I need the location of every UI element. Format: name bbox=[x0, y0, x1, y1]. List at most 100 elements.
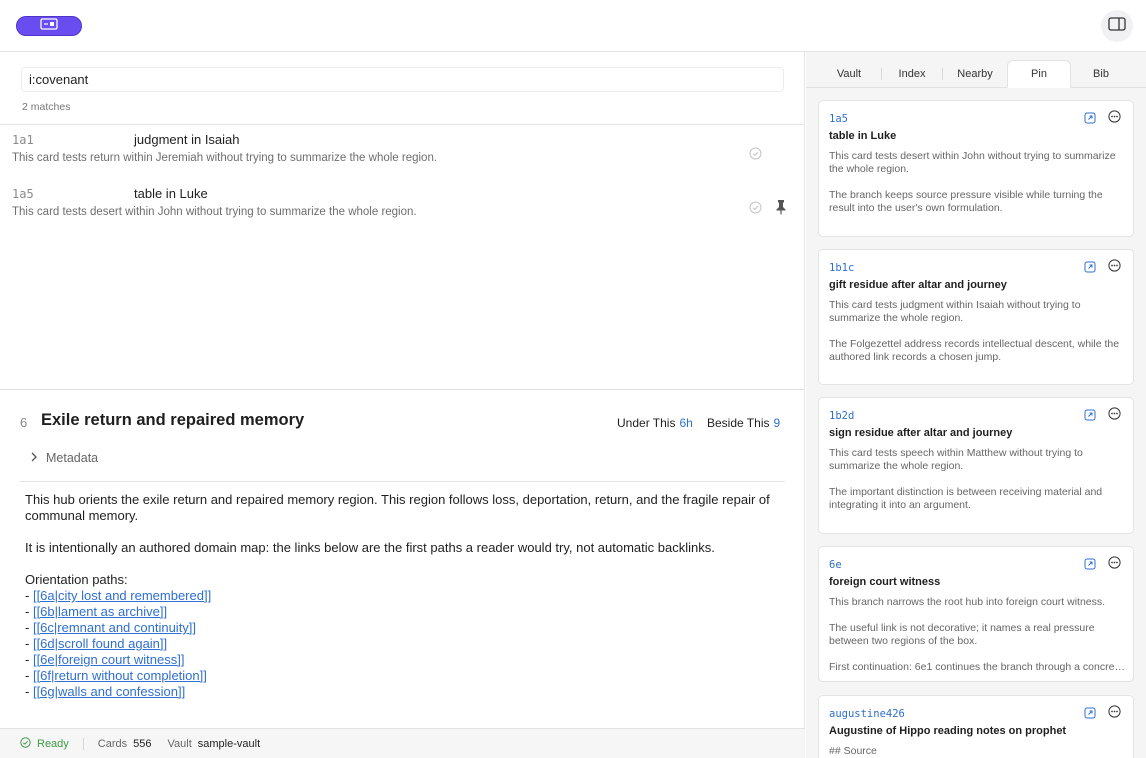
vault-label: Vault bbox=[167, 737, 192, 750]
more-icon[interactable] bbox=[1108, 556, 1121, 569]
panel-toggle-button[interactable] bbox=[1101, 10, 1133, 42]
hub-paragraph: It is intentionally an authored domain m… bbox=[25, 540, 715, 555]
result-desc: This card tests return within Jeremiah w… bbox=[12, 152, 438, 164]
card-body: ## Source bbox=[829, 745, 1125, 758]
card-title: sign residue after altar and journey bbox=[829, 427, 1013, 439]
path-link[interactable]: [[6e|foreign court witness]] bbox=[33, 652, 185, 667]
pinned-card[interactable]: 1b2d sign residue after altar and journe… bbox=[818, 397, 1134, 534]
more-icon[interactable] bbox=[1108, 259, 1121, 272]
side-tabs: Vault Index Nearby Pin Bib bbox=[806, 52, 1146, 88]
card-paragraph: ## Source bbox=[829, 745, 877, 757]
beside-this-value: 9 bbox=[773, 416, 781, 430]
check-circle-icon[interactable] bbox=[749, 147, 762, 160]
path-link[interactable]: [[6g|walls and confession]] bbox=[33, 684, 185, 699]
vault-name: sample-vault bbox=[197, 737, 261, 750]
path-item: - [[6e|foreign court witness]] bbox=[25, 652, 185, 667]
main-pane: i:covenant 2 matches 1a1 judgment in Isa… bbox=[0, 52, 805, 758]
status-ready-label: Ready bbox=[37, 737, 69, 750]
status-ready: Ready bbox=[20, 736, 69, 751]
path-link[interactable]: [[6c|remnant and continuity]] bbox=[33, 620, 196, 635]
match-count: 2 matches bbox=[22, 101, 71, 113]
path-item: - [[6c|remnant and continuity]] bbox=[25, 620, 197, 635]
path-link[interactable]: [[6f|return without completion]] bbox=[33, 668, 207, 683]
more-icon[interactable] bbox=[1108, 110, 1121, 123]
open-external-icon[interactable] bbox=[1084, 557, 1096, 570]
card-id: 1b1c bbox=[829, 262, 855, 274]
card-title: Augustine of Hippo reading notes on prop… bbox=[829, 725, 1067, 737]
open-external-icon[interactable] bbox=[1084, 706, 1096, 719]
open-external-icon[interactable] bbox=[1084, 260, 1096, 273]
path-item: - [[6g|walls and confession]] bbox=[25, 684, 186, 699]
beside-this-label: Beside This bbox=[707, 416, 770, 430]
tab-index[interactable]: Index bbox=[882, 60, 942, 88]
path-link[interactable]: [[6b|lament as archive]] bbox=[33, 604, 167, 619]
path-link[interactable]: [[6d|scroll found again]] bbox=[33, 636, 167, 651]
pin-icon[interactable] bbox=[774, 199, 788, 215]
card-paragraph: This card tests desert within John witho… bbox=[829, 150, 1116, 175]
under-this-value: 6h bbox=[679, 416, 693, 430]
result-id: 1a5 bbox=[12, 187, 34, 201]
divider bbox=[82, 737, 84, 750]
tab-bib[interactable]: Bib bbox=[1071, 60, 1131, 88]
top-bar bbox=[0, 0, 1146, 52]
pinned-card[interactable]: 6e foreign court witness This branch nar… bbox=[818, 546, 1134, 682]
card-paragraph: The Folgezettel address records intellec… bbox=[829, 338, 1120, 363]
under-this-count[interactable]: Under This 6h bbox=[617, 416, 693, 430]
cards-count: 556 bbox=[133, 737, 152, 750]
tab-nearby[interactable]: Nearby bbox=[943, 60, 1007, 88]
hub-title: Exile return and repaired memory bbox=[41, 411, 305, 429]
search-input[interactable]: i:covenant bbox=[21, 67, 784, 92]
hub-number: 6 bbox=[20, 415, 28, 430]
card-id: augustine426 bbox=[829, 708, 905, 720]
card-paragraph: The useful link is not decorative; it na… bbox=[829, 622, 1095, 647]
path-item: - [[6a|city lost and remembered]] bbox=[25, 588, 212, 603]
under-this-label: Under This bbox=[617, 416, 676, 430]
metadata-label: Metadata bbox=[46, 451, 99, 465]
result-row[interactable]: 1a1 judgment in Isaiah This card tests r… bbox=[0, 127, 805, 181]
result-desc: This card tests desert within John witho… bbox=[12, 206, 417, 218]
result-title: table in Luke bbox=[134, 186, 208, 201]
results-list: 1a1 judgment in Isaiah This card tests r… bbox=[0, 124, 805, 389]
card-paragraph: This card tests speech within Matthew wi… bbox=[829, 447, 1083, 472]
cards-label: Cards bbox=[97, 737, 128, 750]
path-item: - [[6d|scroll found again]] bbox=[25, 636, 168, 651]
card-title: gift residue after altar and journey bbox=[829, 279, 1007, 291]
card-paragraph: The important distinction is between rec… bbox=[829, 486, 1103, 511]
panel-toggle-icon bbox=[1108, 16, 1126, 36]
card-paragraph: First continuation: 6e1 continues the br… bbox=[829, 661, 1125, 673]
result-title: judgment in Isaiah bbox=[134, 132, 240, 147]
pinned-card[interactable]: 1b1c gift residue after altar and journe… bbox=[818, 249, 1134, 385]
status-bar: Ready Cards 556 Vault sample-vault bbox=[0, 728, 805, 758]
hub-card: 6 Exile return and repaired memory Under… bbox=[0, 389, 805, 728]
orientation-paths: Orientation paths: - [[6a|city lost and … bbox=[25, 572, 785, 700]
result-row[interactable]: 1a5 table in Luke This card tests desert… bbox=[0, 181, 805, 235]
app-button[interactable] bbox=[16, 16, 82, 36]
card-body: This branch narrows the root hub into fo… bbox=[829, 596, 1125, 681]
path-item: - [[6b|lament as archive]] bbox=[25, 604, 168, 619]
open-external-icon[interactable] bbox=[1084, 111, 1096, 124]
card-id: 1a5 bbox=[829, 113, 848, 125]
open-external-icon[interactable] bbox=[1084, 408, 1096, 421]
card-id: 6e bbox=[829, 559, 842, 571]
metadata-toggle[interactable]: Metadata bbox=[30, 451, 98, 465]
more-icon[interactable] bbox=[1108, 407, 1121, 420]
path-item: - [[6f|return without completion]] bbox=[25, 668, 207, 683]
card-body: This card tests speech within Matthew wi… bbox=[829, 447, 1125, 525]
tab-vault[interactable]: Vault bbox=[817, 60, 881, 88]
card-paragraph: This card tests judgment within Isaiah w… bbox=[829, 299, 1081, 324]
chevron-right-icon bbox=[30, 451, 38, 465]
card-id: 1b2d bbox=[829, 410, 855, 422]
card-body: This card tests judgment within Isaiah w… bbox=[829, 299, 1125, 377]
pinned-card[interactable]: 1a5 table in Luke This card tests desert… bbox=[818, 100, 1134, 237]
more-icon[interactable] bbox=[1108, 705, 1121, 718]
beside-this-count[interactable]: Beside This 9 bbox=[707, 416, 780, 430]
check-circle-icon bbox=[20, 736, 31, 751]
path-link[interactable]: [[6a|city lost and remembered]] bbox=[33, 588, 211, 603]
hub-paragraph: This hub orients the exile return and re… bbox=[25, 492, 770, 523]
side-panel: Vault Index Nearby Pin Bib 1a5 table in … bbox=[806, 52, 1146, 758]
check-circle-icon[interactable] bbox=[749, 201, 762, 214]
tab-pin[interactable]: Pin bbox=[1007, 60, 1071, 88]
app-icon bbox=[40, 17, 58, 35]
pinned-card[interactable]: augustine426 Augustine of Hippo reading … bbox=[818, 695, 1134, 758]
card-paragraph: This branch narrows the root hub into fo… bbox=[829, 596, 1106, 608]
